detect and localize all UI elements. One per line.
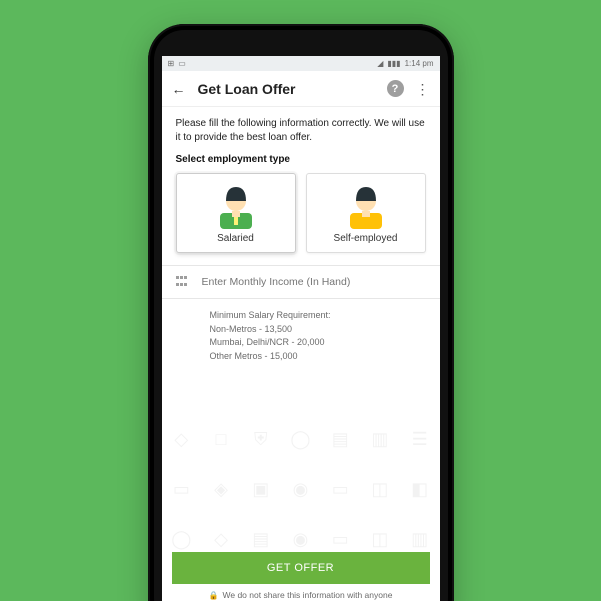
- help-icon[interactable]: ?: [387, 80, 404, 97]
- status-wifi-icon: ⊞: [168, 60, 175, 68]
- status-bar: ⊞ ▭ ◢ ▮▮▮ 1:14 pm: [162, 56, 440, 71]
- status-signal-icon: ◢: [377, 60, 383, 68]
- salaried-avatar-icon: [214, 181, 258, 229]
- status-time: 1:14 pm: [405, 59, 434, 68]
- req-line-1: Non-Metros - 13,500: [210, 323, 426, 337]
- status-battery-icon: ▮▮▮: [387, 60, 400, 68]
- back-button[interactable]: ←: [172, 81, 186, 97]
- get-offer-button[interactable]: GET OFFER: [172, 552, 430, 584]
- overflow-menu-icon[interactable]: ⋮: [416, 87, 430, 91]
- salary-requirements: Minimum Salary Requirement: Non-Metros -…: [210, 309, 426, 363]
- phone-frame: ⊞ ▭ ◢ ▮▮▮ 1:14 pm ← Get Loan Offer ? ⋮ P…: [148, 24, 454, 601]
- content-area: Please fill the following information co…: [162, 107, 440, 601]
- req-line-2: Mumbai, Delhi/NCR - 20,000: [210, 336, 426, 350]
- employment-option-self-employed[interactable]: Self-employed: [306, 173, 426, 253]
- status-card-icon: ▭: [178, 60, 186, 68]
- req-line-3: Other Metros - 15,000: [210, 350, 426, 364]
- intro-text: Please fill the following information co…: [176, 117, 426, 144]
- salaried-label: Salaried: [217, 233, 254, 244]
- self-employed-avatar-icon: [344, 181, 388, 229]
- self-employed-label: Self-employed: [334, 233, 398, 244]
- income-row: [162, 266, 440, 299]
- disclaimer: 🔒 We do not share this information with …: [172, 590, 430, 600]
- disclaimer-text: We do not share this information with an…: [223, 590, 393, 600]
- background-doodle: ◇□⛨◯▤▥☰ ▭◈▣◉▭◫◧ ◯◇▤◉▭◫▥: [162, 414, 440, 564]
- employment-option-salaried[interactable]: Salaried: [176, 173, 296, 253]
- phone-inner: ⊞ ▭ ◢ ▮▮▮ 1:14 pm ← Get Loan Offer ? ⋮ P…: [154, 30, 448, 601]
- income-icon: [176, 276, 190, 288]
- employment-options: Salaried Self-employed: [176, 173, 426, 253]
- app-bar: ← Get Loan Offer ? ⋮: [162, 71, 440, 107]
- cta-area: GET OFFER 🔒 We do not share this informa…: [172, 552, 430, 600]
- employment-type-label: Select employment type: [176, 154, 426, 165]
- app-screen: ⊞ ▭ ◢ ▮▮▮ 1:14 pm ← Get Loan Offer ? ⋮ P…: [162, 56, 440, 601]
- page-title: Get Loan Offer: [198, 81, 375, 97]
- req-heading: Minimum Salary Requirement:: [210, 309, 426, 323]
- monthly-income-input[interactable]: [202, 276, 426, 288]
- lock-icon: 🔒: [209, 591, 219, 600]
